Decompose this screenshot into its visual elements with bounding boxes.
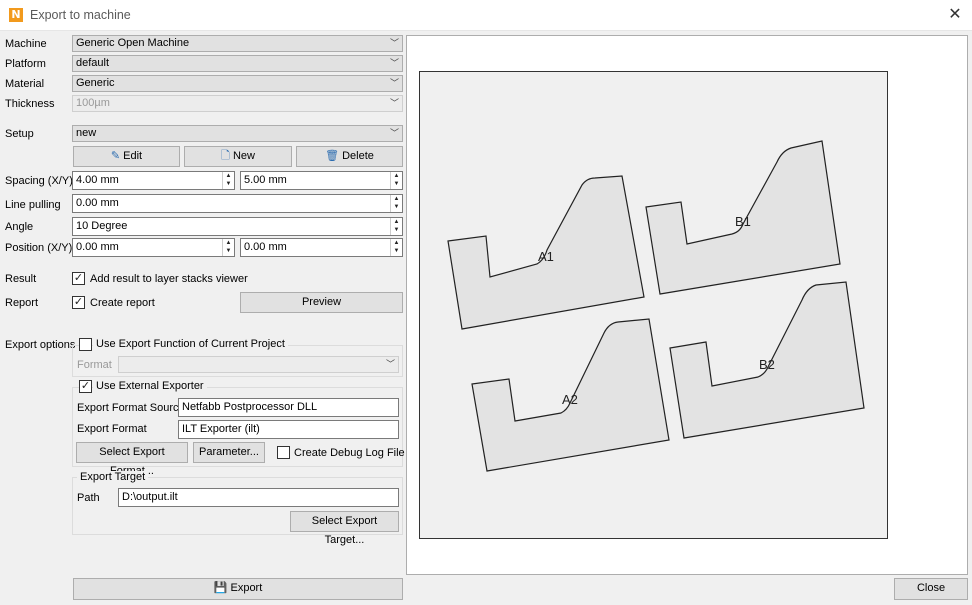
report-checkbox-label: Create report: [90, 297, 155, 309]
setup-label: Setup: [5, 128, 34, 140]
parameter-button[interactable]: Parameter...: [193, 442, 265, 463]
thickness-select: 100µm ﹀: [72, 95, 403, 112]
report-checkbox[interactable]: ✓: [72, 296, 85, 309]
part-label-a2: A2: [562, 392, 578, 407]
angle-label: Angle: [5, 221, 34, 233]
line-pulling-value: 0.00 mm: [76, 197, 119, 209]
pencil-icon: ✎: [110, 150, 121, 162]
export-format-field[interactable]: ILT Exporter (ilt): [178, 420, 399, 439]
export-target-title: Export Target: [77, 471, 149, 483]
new-button-label: New: [232, 150, 255, 162]
window-title: Export to machine: [30, 8, 131, 22]
spacing-label: Spacing (X/Y): [5, 175, 73, 187]
chevron-down-icon: ﹀: [389, 38, 399, 48]
spacing-y-value: 5.00 mm: [244, 174, 287, 186]
use-external-exporter-label: Use External Exporter: [93, 378, 207, 395]
position-label: Position (X/Y): [5, 242, 73, 254]
setup-value: new: [76, 127, 97, 139]
spin-arrows-icon[interactable]: ▲ ▼: [390, 218, 402, 235]
result-checkbox-label: Add result to layer stacks viewer: [90, 273, 248, 285]
angle-value: 10 Degree: [76, 220, 128, 232]
app-logo-icon: N: [9, 8, 23, 22]
angle-input[interactable]: 10 Degree ▲ ▼: [72, 217, 403, 236]
parts-layout: A1 B1 A2 B2: [447, 140, 865, 472]
report-label: Report: [5, 297, 39, 309]
chevron-down-icon: ﹀: [389, 128, 399, 138]
line-pulling-label: Line pulling: [5, 199, 61, 211]
trash-icon: 🗑: [325, 150, 340, 162]
spin-arrows-icon[interactable]: ▲ ▼: [222, 239, 234, 256]
delete-button[interactable]: 🗑 Delete: [296, 146, 403, 167]
part-label-b1: B1: [735, 214, 751, 229]
thickness-value: 100µm: [76, 97, 110, 109]
position-x-input[interactable]: 0.00 mm ▲ ▼: [72, 238, 235, 257]
export-format-label: Export Format: [77, 423, 147, 435]
spacing-x-value: 4.00 mm: [76, 174, 119, 186]
export-format-source-label: Export Format Source: [77, 402, 185, 414]
use-project-function-label: Use Export Function of Current Project: [93, 336, 288, 353]
delete-button-label: Delete: [342, 150, 374, 162]
spin-arrows-icon[interactable]: ▲ ▼: [390, 239, 402, 256]
platform-label: Platform: [5, 58, 46, 70]
spin-arrows-icon[interactable]: ▲ ▼: [390, 172, 402, 189]
position-y-value: 0.00 mm: [244, 241, 287, 253]
export-options-label: Export options: [5, 339, 76, 351]
machine-label: Machine: [5, 38, 47, 50]
select-export-format-button[interactable]: Select Export Format...: [76, 442, 188, 477]
platform-select[interactable]: default ﹀: [72, 55, 403, 72]
line-pulling-input[interactable]: 0.00 mm ▲ ▼: [72, 194, 403, 213]
chevron-down-icon: ﹀: [385, 359, 395, 369]
title-bar: [0, 0, 972, 31]
export-button-label: Export: [230, 582, 263, 594]
new-document-icon: 🗋: [221, 150, 230, 162]
spacing-x-input[interactable]: 4.00 mm ▲ ▼: [72, 171, 235, 190]
path-field[interactable]: D:\output.ilt: [118, 488, 399, 507]
path-label: Path: [77, 492, 100, 504]
spacing-y-input[interactable]: 5.00 mm ▲ ▼: [240, 171, 403, 190]
platform-value: default: [76, 57, 110, 69]
result-label: Result: [5, 273, 37, 285]
material-value: Generic: [76, 77, 115, 89]
material-label: Material: [5, 78, 45, 90]
edit-button[interactable]: ✎ Edit: [73, 146, 180, 167]
thickness-label: Thickness: [5, 98, 55, 110]
machine-select[interactable]: Generic Open Machine ﹀: [72, 35, 403, 52]
format-label: Format: [77, 359, 112, 371]
close-icon[interactable]: ✕: [945, 5, 965, 25]
select-export-target-button[interactable]: Select Export Target...: [290, 511, 399, 546]
result-checkbox[interactable]: ✓: [72, 272, 85, 285]
chevron-down-icon: ﹀: [389, 58, 399, 68]
close-button[interactable]: Close: [894, 578, 968, 600]
spin-arrows-icon[interactable]: ▲ ▼: [222, 172, 234, 189]
position-x-value: 0.00 mm: [76, 241, 119, 253]
part-label-b2: B2: [759, 357, 775, 372]
debug-log-checkbox[interactable]: [277, 446, 290, 459]
chevron-down-icon: ﹀: [389, 78, 399, 88]
export-format-source-field[interactable]: Netfabb Postprocessor DLL: [178, 398, 399, 417]
setup-select[interactable]: new ﹀: [72, 125, 403, 142]
machine-value: Generic Open Machine: [76, 37, 190, 49]
preview-button[interactable]: Preview: [240, 292, 403, 313]
use-project-function-checkbox[interactable]: [79, 338, 92, 351]
export-button[interactable]: 💾 Export: [73, 578, 403, 600]
debug-log-label: Create Debug Log File: [294, 447, 405, 459]
chevron-down-icon: ﹀: [389, 98, 399, 108]
edit-button-label: Edit: [123, 150, 143, 162]
new-setup-button[interactable]: 🗋 New: [184, 146, 292, 167]
part-label-a1: A1: [538, 249, 554, 264]
spin-arrows-icon[interactable]: ▲ ▼: [390, 195, 402, 212]
save-disk-icon: 💾: [213, 582, 228, 594]
use-external-exporter-checkbox[interactable]: ✓: [79, 380, 92, 393]
material-select[interactable]: Generic ﹀: [72, 75, 403, 92]
platform-canvas: A1 B1 A2 B2: [419, 71, 888, 539]
position-y-input[interactable]: 0.00 mm ▲ ▼: [240, 238, 403, 257]
format-select: ﹀: [118, 356, 399, 373]
